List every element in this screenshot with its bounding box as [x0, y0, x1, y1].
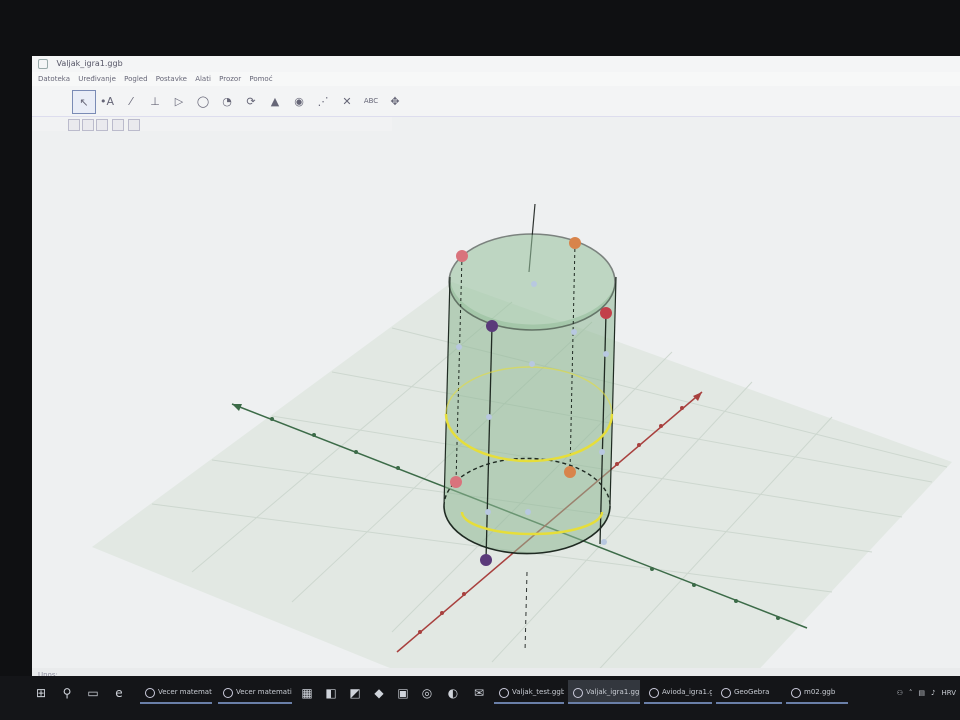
- taskbar-item-4[interactable]: Valjak_igra1.ggb: [568, 680, 640, 704]
- person-icon[interactable]: ⚇: [897, 689, 903, 697]
- office-icon[interactable]: ◩: [346, 684, 364, 702]
- pyramid-icon[interactable]: ▲: [264, 90, 286, 112]
- window-title: Valjak_igra1.ggb: [56, 59, 123, 68]
- style-plane-toggle[interactable]: [96, 119, 108, 131]
- geogebra-icon: [721, 688, 731, 698]
- geogebra-icon: [573, 688, 583, 698]
- menu-file[interactable]: Datoteka: [38, 75, 70, 83]
- app-icon: [38, 58, 48, 69]
- chevron-up-icon[interactable]: ˄: [909, 689, 913, 697]
- move-icon[interactable]: ↖: [72, 90, 96, 114]
- store-icon[interactable]: ◧: [322, 684, 340, 702]
- style-axes-toggle[interactable]: [68, 119, 80, 131]
- y-axis-arrow: [232, 404, 242, 411]
- menu-window[interactable]: Prozor: [219, 75, 241, 83]
- system-tray: ⚇ ˄ ▤ ♪ HRV: [897, 684, 956, 702]
- circle-icon[interactable]: ◯: [192, 90, 214, 112]
- style-bar: [32, 117, 392, 131]
- menu-help[interactable]: Pomoć: [249, 75, 272, 83]
- geogebra-icon: [649, 688, 659, 698]
- search-icon[interactable]: ⚲: [58, 684, 76, 702]
- title-bar: Valjak_igra1.ggb: [32, 56, 960, 72]
- language-indicator[interactable]: HRV: [941, 689, 956, 697]
- geogebra-icon[interactable]: ◐: [444, 684, 462, 702]
- menu-options[interactable]: Postavke: [156, 75, 187, 83]
- menu-tools[interactable]: Alati: [195, 75, 211, 83]
- file-icon: [145, 688, 155, 698]
- point-bottom-right[interactable]: [564, 466, 576, 478]
- style-view-toggle[interactable]: [128, 119, 140, 131]
- style-rotate-toggle[interactable]: [112, 119, 124, 131]
- taskbar-item-5[interactable]: Avioda_igra1.ggb: [644, 680, 712, 704]
- perpendicular-icon[interactable]: ⊥: [144, 90, 166, 112]
- app-icon-green[interactable]: ◆: [370, 684, 388, 702]
- taskbar-item-7[interactable]: m02.ggb: [786, 680, 848, 704]
- transform-icon[interactable]: ✕: [336, 90, 358, 112]
- point-top-front[interactable]: [486, 320, 498, 332]
- calendar-icon[interactable]: ▦: [298, 684, 316, 702]
- taskbar-item-3[interactable]: Valjak_test.ggb: [494, 680, 564, 704]
- file-icon: [223, 688, 233, 698]
- point-top-right[interactable]: [600, 307, 612, 319]
- tool-bar: ↖ •A ⁄ ⊥ ▷ ◯ ◔ ⟳ ▲ ◉ ⋰ ✕ ABC ✥: [32, 86, 960, 117]
- geogebra-icon: [499, 688, 509, 698]
- taskbar-item-1[interactable]: Vecer matemati...: [140, 680, 212, 704]
- graphics-3d-view[interactable]: [32, 132, 960, 682]
- rotate-view-icon[interactable]: ⟳: [240, 90, 262, 112]
- menu-view[interactable]: Pogled: [124, 75, 147, 83]
- windows-start-icon[interactable]: ⊞: [32, 684, 50, 702]
- edge-browser-icon[interactable]: e: [110, 684, 128, 702]
- menu-bar: Datoteka Uređivanje Pogled Postavke Alat…: [32, 72, 960, 86]
- chrome-icon[interactable]: ◎: [418, 684, 436, 702]
- taskbar-item-6[interactable]: GeoGebra: [716, 680, 782, 704]
- taskbar-item-2[interactable]: Vecer matemati...: [218, 680, 292, 704]
- move-graphics-icon[interactable]: ✥: [384, 90, 406, 112]
- network-icon[interactable]: ▤: [918, 689, 925, 697]
- app-icon-picture[interactable]: ▣: [394, 684, 412, 702]
- line-icon[interactable]: ⁄: [120, 90, 142, 112]
- point-bottom-left[interactable]: [450, 476, 462, 488]
- point-icon[interactable]: •A: [96, 90, 118, 112]
- point-top-back-right[interactable]: [569, 237, 581, 249]
- point-bottom-front[interactable]: [480, 554, 492, 566]
- taskbar: ⊞ ⚲ ▭ e Vecer matemati... Vecer matemati…: [0, 676, 960, 720]
- polygon-icon[interactable]: ▷: [168, 90, 190, 112]
- sphere-icon[interactable]: ◔: [216, 90, 238, 112]
- geogebra-icon: [791, 688, 801, 698]
- geogebra-window: Valjak_igra1.ggb Datoteka Uređivanje Pog…: [32, 56, 960, 682]
- task-view-icon[interactable]: ▭: [84, 684, 102, 702]
- style-grid-toggle[interactable]: [82, 119, 94, 131]
- text-icon[interactable]: ABC: [360, 90, 382, 112]
- reflect-icon[interactable]: ⋰: [312, 90, 334, 112]
- mail-icon[interactable]: ✉: [470, 684, 488, 702]
- extrude-icon[interactable]: ◉: [288, 90, 310, 112]
- menu-edit[interactable]: Uređivanje: [78, 75, 116, 83]
- volume-icon[interactable]: ♪: [931, 689, 935, 697]
- point-top-back-left[interactable]: [456, 250, 468, 262]
